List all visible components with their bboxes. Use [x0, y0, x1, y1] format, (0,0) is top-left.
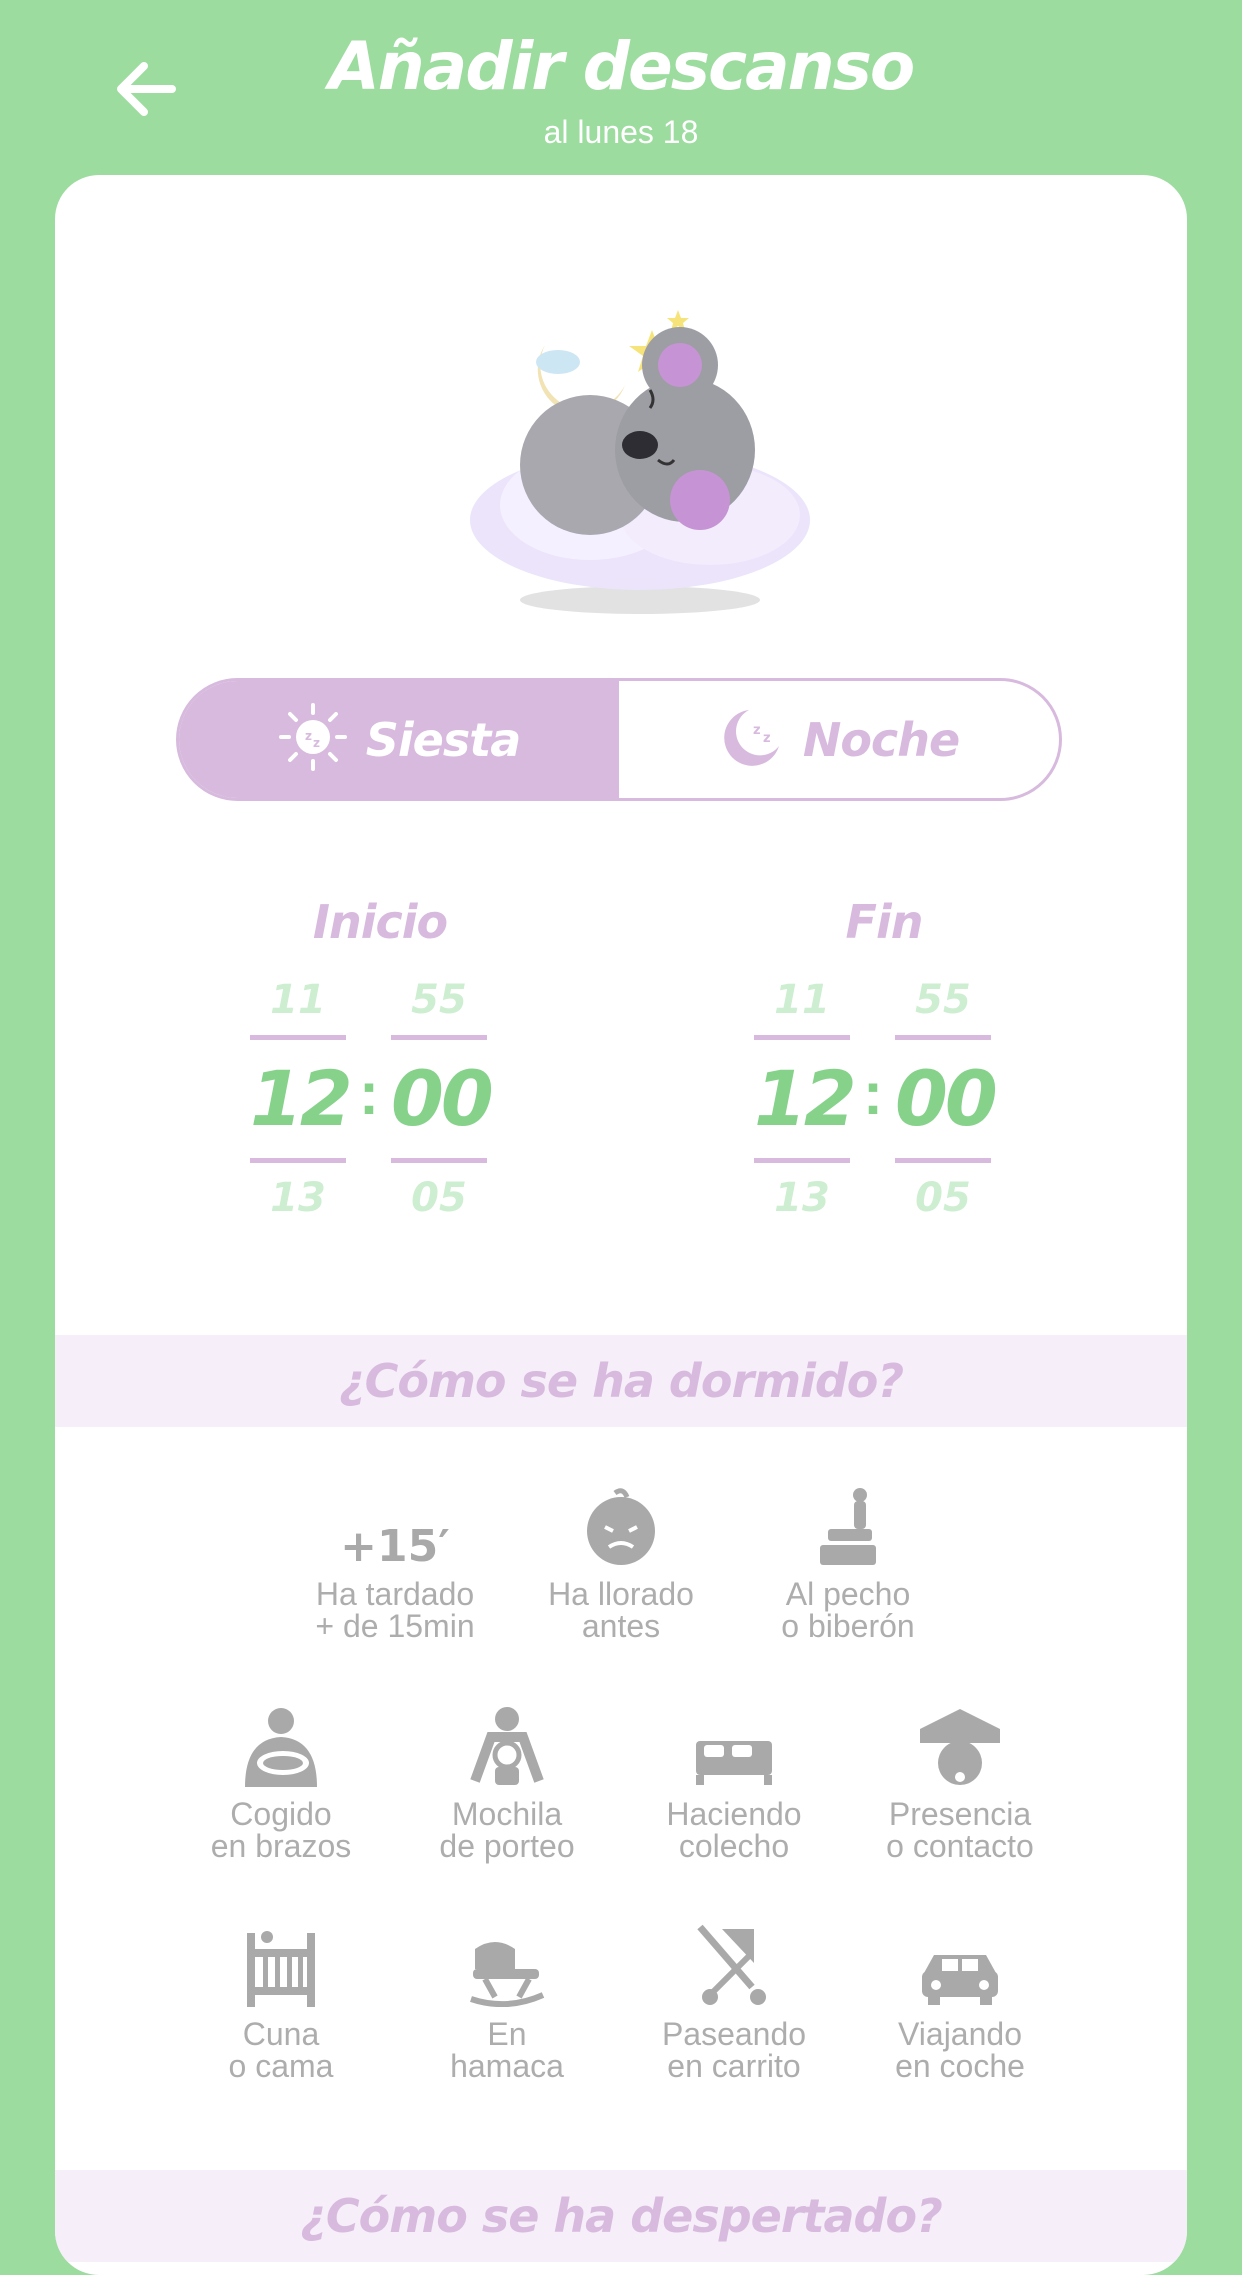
page-title: Añadir descanso [328, 28, 916, 105]
minute-prev[interactable]: 55 [391, 965, 487, 1035]
svg-text:z: z [313, 736, 320, 750]
end-label: Fin [845, 895, 924, 949]
hour-next[interactable]: 13 [754, 1163, 850, 1233]
wake-section-title: ¿Cómo se ha despertado? [300, 2189, 943, 2243]
option-car[interactable]: Viajando en coche [855, 1920, 1065, 2082]
svg-text:z: z [763, 731, 771, 746]
bottle-icon [816, 1487, 880, 1572]
plus-15-icon: +15′ [340, 1521, 450, 1572]
option-label: Presencia o contacto [886, 1796, 1034, 1864]
minute-prev[interactable]: 55 [895, 965, 991, 1035]
start-time-picker: Inicio 11 12 13 : 55 00 05 [250, 895, 510, 1225]
minute-next[interactable]: 05 [391, 1163, 487, 1233]
header: Añadir descanso al lunes 18 [0, 0, 1242, 175]
start-hour-wheel[interactable]: 11 12 13 [250, 965, 353, 1233]
time-separator: : [863, 1060, 883, 1127]
option-label: Cogido en brazos [210, 1796, 352, 1864]
option-late[interactable]: +15′ Ha tardado + de 15min [290, 1480, 500, 1642]
sleep-section-header: ¿Cómo se ha dormido? [55, 1335, 1187, 1427]
option-breast-bottle[interactable]: Al pecho o biberón [743, 1480, 953, 1642]
stroller-icon [692, 1923, 776, 2012]
option-arms[interactable]: Cogido en brazos [176, 1700, 386, 1862]
noche-label: Noche [802, 712, 960, 767]
option-label: Viajando en coche [895, 2016, 1025, 2084]
hour-current[interactable]: 12 [250, 1035, 353, 1163]
sleeping-koala-illustration [440, 290, 840, 630]
moon-zz-icon: z z [719, 704, 785, 775]
sleep-section-title: ¿Cómo se ha dormido? [338, 1354, 904, 1408]
start-label: Inicio [312, 895, 448, 949]
hour-prev[interactable]: 11 [250, 965, 346, 1035]
option-label: Cuna o cama [228, 2016, 334, 2084]
option-label: Paseando en carrito [661, 2016, 807, 2084]
option-cosleeping[interactable]: Haciendo colecho [629, 1700, 839, 1862]
option-label: Mochila de porteo [439, 1796, 575, 1864]
option-label: Ha tardado + de 15min [315, 1576, 475, 1644]
hour-current[interactable]: 12 [754, 1035, 857, 1163]
wake-section-header: ¿Cómo se ha despertado? [55, 2170, 1187, 2262]
end-minute-wheel[interactable]: 55 00 05 [895, 965, 998, 1233]
hour-next[interactable]: 13 [250, 1163, 346, 1233]
sun-zz-icon: z z [278, 702, 348, 777]
holding-baby-icon [239, 1707, 323, 1792]
noche-option[interactable]: z z Noche [619, 681, 1059, 798]
end-hour-wheel[interactable]: 11 12 13 [754, 965, 857, 1233]
option-label: Al pecho o biberón [781, 1576, 915, 1644]
end-time-picker: Fin 11 12 13 : 55 00 05 [754, 895, 1014, 1225]
bed-icon [692, 1731, 776, 1792]
svg-text:z: z [753, 723, 761, 738]
car-icon [918, 1947, 1002, 2012]
baby-carrier-icon [465, 1707, 549, 1792]
siesta-option[interactable]: z z Siesta [179, 681, 619, 798]
nap-type-toggle: z z Siesta z z Noche [176, 678, 1062, 801]
start-minute-wheel[interactable]: 55 00 05 [391, 965, 494, 1233]
option-carrier[interactable]: Mochila de porteo [402, 1700, 612, 1862]
option-presence[interactable]: Presencia o contacto [855, 1700, 1065, 1862]
option-label: En hamaca [450, 2016, 564, 2084]
crying-baby-icon [581, 1487, 661, 1572]
option-cried[interactable]: Ha llorado antes [516, 1480, 726, 1642]
minute-current[interactable]: 00 [895, 1035, 998, 1163]
siesta-label: Siesta [365, 712, 522, 767]
option-label: Haciendo colecho [666, 1796, 802, 1864]
time-separator: : [359, 1060, 379, 1127]
option-rocker[interactable]: En hamaca [402, 1920, 612, 2082]
page-subtitle: al lunes 18 [543, 114, 699, 150]
main-card: z z Siesta z z Noche Inicio 11 12 13: 5… [55, 175, 1187, 2275]
crib-icon [243, 1927, 319, 2012]
hand-on-baby-icon [918, 1707, 1002, 1792]
hour-prev[interactable]: 11 [754, 965, 850, 1035]
rocker-icon [465, 1935, 549, 2012]
minute-next[interactable]: 05 [895, 1163, 991, 1233]
svg-text:z: z [305, 729, 312, 743]
minute-current[interactable]: 00 [391, 1035, 494, 1163]
option-crib[interactable]: Cuna o cama [176, 1920, 386, 2082]
option-label: Ha llorado antes [548, 1576, 694, 1644]
option-stroller[interactable]: Paseando en carrito [629, 1920, 839, 2082]
